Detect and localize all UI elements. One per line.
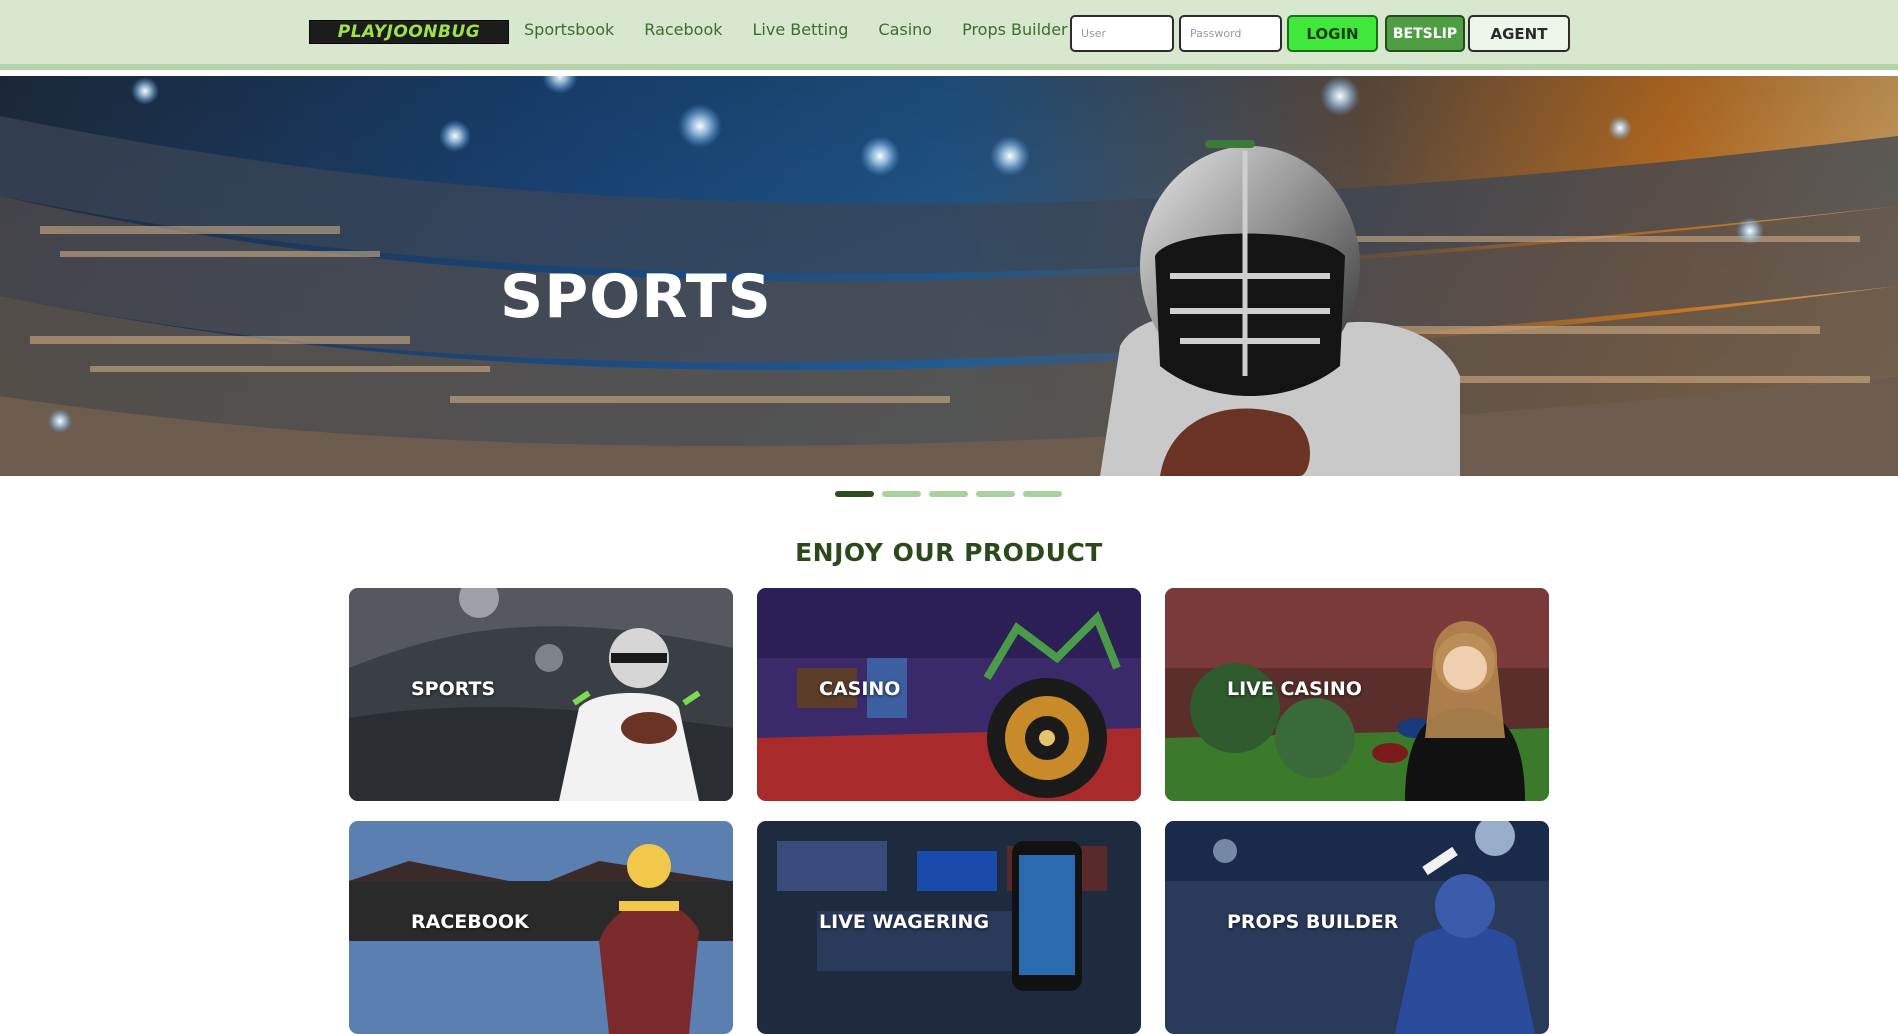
hero-title: SPORTS (500, 262, 772, 332)
main-nav: Sportsbook Racebook Live Betting Casino … (524, 18, 1068, 42)
agent-button[interactable]: AGENT (1468, 15, 1570, 52)
betslip-button[interactable]: BETSLIP (1385, 15, 1465, 52)
carousel-indicators (835, 491, 1062, 497)
stadium-illustration (0, 76, 1898, 476)
card-label-live-casino: LIVE CASINO (1227, 678, 1362, 700)
section-title: ENJOY OUR PRODUCT (795, 538, 1103, 567)
product-card-live-wagering[interactable]: LIVE WAGERING (757, 821, 1141, 1034)
login-button[interactable]: LOGIN (1287, 15, 1378, 52)
user-input[interactable] (1070, 15, 1174, 52)
nav-sportsbook[interactable]: Sportsbook (524, 18, 614, 42)
product-card-racebook[interactable]: RACEBOOK (349, 821, 733, 1034)
top-header: PLAYJOONBUG Sportsbook Racebook Live Bet… (0, 0, 1898, 70)
nav-props-builder[interactable]: Props Builder (962, 18, 1068, 42)
casino-card-image (757, 588, 1141, 801)
card-label-racebook: RACEBOOK (411, 911, 529, 933)
password-input[interactable] (1179, 15, 1282, 52)
nav-live-betting[interactable]: Live Betting (753, 18, 849, 42)
card-label-casino: CASINO (819, 678, 901, 700)
sports-card-image (349, 588, 733, 801)
card-label-props-builder: PROPS BUILDER (1227, 911, 1399, 933)
brand-logo-text: PLAYJOONBUG (337, 22, 481, 42)
hero-banner[interactable]: SPORTS (0, 76, 1898, 476)
carousel-dot-4[interactable] (976, 491, 1015, 497)
carousel-dot-1[interactable] (835, 491, 874, 497)
nav-casino[interactable]: Casino (878, 18, 932, 42)
carousel-dot-2[interactable] (882, 491, 921, 497)
product-card-props-builder[interactable]: PROPS BUILDER (1165, 821, 1549, 1034)
carousel-dot-5[interactable] (1023, 491, 1062, 497)
nav-racebook[interactable]: Racebook (644, 18, 722, 42)
brand-logo[interactable]: PLAYJOONBUG (309, 20, 509, 44)
product-card-sports[interactable]: SPORTS (349, 588, 733, 801)
card-label-live-wagering: LIVE WAGERING (819, 911, 990, 933)
carousel-dot-3[interactable] (929, 491, 968, 497)
racebook-card-image (349, 821, 733, 1034)
card-label-sports: SPORTS (411, 678, 496, 700)
product-card-live-casino[interactable]: LIVE CASINO (1165, 588, 1549, 801)
product-card-casino[interactable]: CASINO (757, 588, 1141, 801)
